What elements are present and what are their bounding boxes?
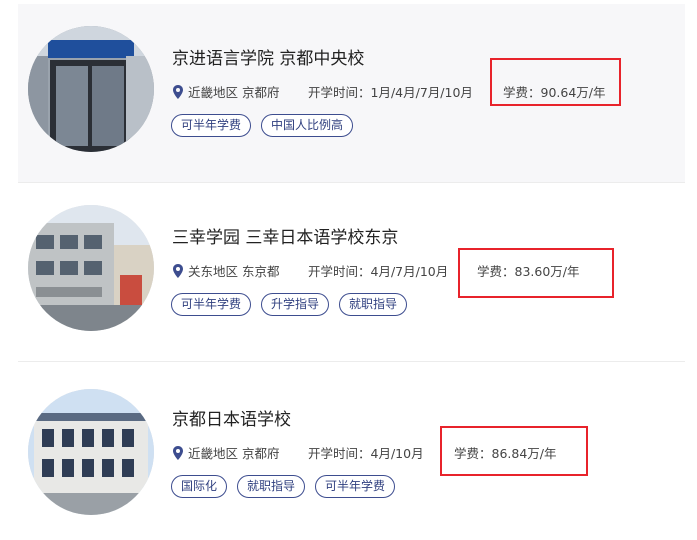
school-name-3[interactable]: 京都日本语学校 [172, 405, 291, 430]
map-pin-icon [173, 263, 183, 278]
tag[interactable]: 可半年学费 [315, 475, 396, 498]
school-photo-3[interactable] [28, 389, 154, 515]
region-text-1: 近畿地区 京都府 [188, 85, 280, 100]
opening-text-1: 开学时间：1月/4月/7月/10月 [308, 85, 473, 100]
tuition-highlight-box-1 [490, 58, 621, 106]
school-name-2[interactable]: 三幸学园 三幸日本语学校东京 [172, 223, 398, 248]
region-text-3: 近畿地区 京都府 [188, 446, 280, 461]
tag-list-2: 可半年学费 升学指导 就职指导 [171, 293, 408, 316]
tag[interactable]: 中国人比例高 [261, 114, 354, 137]
school-photo-1[interactable] [28, 26, 154, 152]
tag[interactable]: 升学指导 [261, 293, 330, 316]
tuition-highlight-box-3 [440, 426, 588, 476]
school-card-2[interactable]: 三幸学园 三幸日本语学校东京 关东地区 东京都 开学时间：4月/7月/10月 学… [18, 183, 685, 361]
tag[interactable]: 可半年学费 [171, 293, 252, 316]
tag[interactable]: 就职指导 [237, 475, 306, 498]
map-pin-icon [173, 445, 183, 460]
tag-list-1: 可半年学费 中国人比例高 [171, 114, 354, 137]
school-card-3[interactable]: 京都日本语学校 近畿地区 京都府 开学时间：4月/10月 学费：86.84万/年… [18, 362, 685, 540]
school-card-1[interactable]: 京进语言学院 京都中央校 近畿地区 京都府 开学时间：1月/4月/7月/10月 … [18, 4, 685, 182]
school-region-3: 近畿地区 京都府 [172, 443, 279, 462]
tag[interactable]: 国际化 [171, 475, 228, 498]
tag[interactable]: 就职指导 [339, 293, 408, 316]
opening-text-3: 开学时间：4月/10月 [308, 446, 424, 461]
region-text-2: 关东地区 东京都 [188, 264, 280, 279]
school-photo-2[interactable] [28, 205, 154, 331]
school-list: 京进语言学院 京都中央校 近畿地区 京都府 开学时间：1月/4月/7月/10月 … [0, 0, 697, 525]
tuition-highlight-box-2 [458, 248, 614, 298]
school-region-1: 近畿地区 京都府 [172, 82, 279, 101]
map-pin-icon [173, 84, 183, 99]
tag-list-3: 国际化 就职指导 可半年学费 [171, 475, 396, 498]
tag[interactable]: 可半年学费 [171, 114, 252, 137]
school-region-2: 关东地区 东京都 [172, 261, 279, 280]
opening-text-2: 开学时间：4月/7月/10月 [308, 264, 449, 279]
school-name-1[interactable]: 京进语言学院 京都中央校 [172, 44, 364, 69]
